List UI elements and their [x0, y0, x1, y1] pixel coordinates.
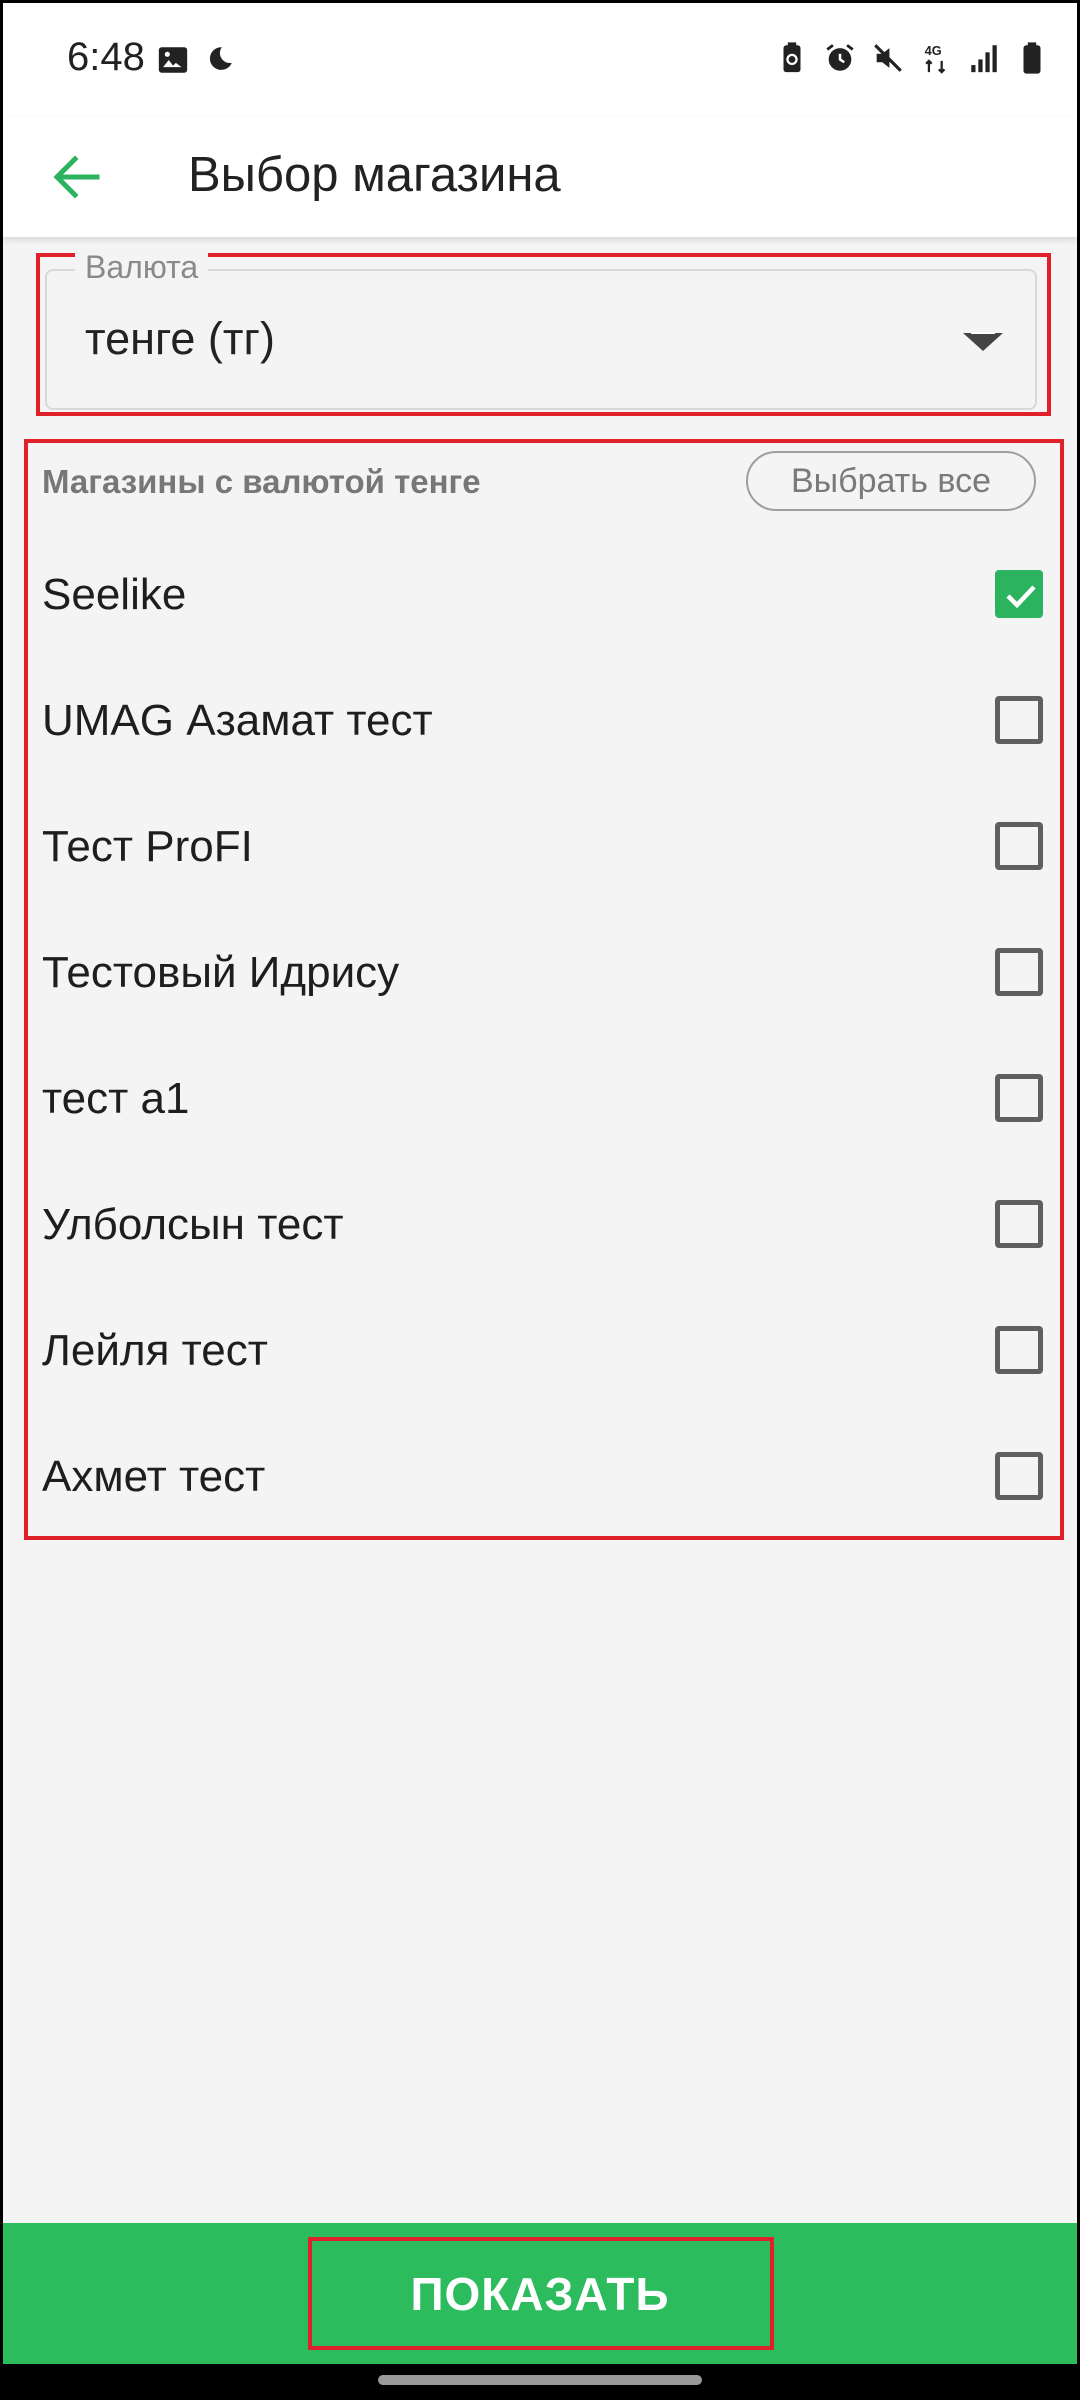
select-all-button[interactable]: Выбрать все	[746, 451, 1036, 511]
stores-header: Магазины с валютой тенге	[42, 463, 481, 500]
status-bar: 6:48 4G	[3, 3, 1077, 117]
mute-icon	[871, 41, 905, 75]
store-checkbox[interactable]	[995, 570, 1043, 618]
check-icon	[1006, 585, 1036, 609]
show-button-highlight	[308, 2237, 774, 2350]
store-checkbox[interactable]	[995, 948, 1043, 996]
store-name: Тестовый Идрису	[42, 948, 400, 997]
store-row[interactable]: Тест ProFI	[42, 792, 1043, 902]
store-name: Улболсын тест	[42, 1200, 344, 1249]
currency-label: Валюта	[75, 249, 209, 286]
image-icon	[156, 43, 190, 77]
store-checkbox[interactable]	[995, 696, 1043, 744]
store-name: Лейля тест	[42, 1326, 268, 1375]
alarm-icon	[823, 41, 857, 75]
page-title: Выбор магазина	[188, 148, 561, 202]
status-right-icons: 4G	[775, 41, 1049, 75]
status-left-icons	[156, 43, 236, 77]
battery-icon	[1015, 41, 1049, 75]
store-row[interactable]: Лейля тест	[42, 1296, 1043, 1406]
currency-value: тенге (тг)	[85, 313, 275, 364]
svg-text:4G: 4G	[925, 43, 942, 58]
signal-icon	[967, 41, 1001, 75]
store-name: Тест ProFI	[42, 822, 253, 871]
moon-icon	[202, 43, 236, 77]
store-name: тест а1	[42, 1074, 190, 1123]
screen: 6:48 4G Выбор магазина Валюта тенге (тг)…	[3, 3, 1077, 2364]
dropdown-arrow-icon	[963, 332, 1003, 351]
store-row[interactable]: Seelike	[42, 540, 1043, 650]
store-row[interactable]: Улболсын тест	[42, 1170, 1043, 1280]
status-time: 6:48	[67, 35, 145, 79]
arrow-left-icon	[53, 155, 100, 199]
store-checkbox[interactable]	[995, 1452, 1043, 1500]
store-name: Ахмет тест	[42, 1452, 266, 1501]
store-name: UMAG Азамат тест	[42, 696, 433, 745]
back-button[interactable]	[41, 141, 113, 213]
battery-saver-icon	[775, 41, 809, 75]
store-name: Seelike	[42, 570, 187, 619]
gesture-nav-handle[interactable]	[378, 2375, 702, 2385]
4g-icon: 4G	[919, 41, 953, 75]
store-checkbox[interactable]	[995, 1200, 1043, 1248]
store-checkbox[interactable]	[995, 1326, 1043, 1374]
store-checkbox[interactable]	[995, 822, 1043, 870]
store-row[interactable]: Ахмет тест	[42, 1422, 1043, 1532]
store-row[interactable]: Тестовый Идрису	[42, 918, 1043, 1028]
currency-select[interactable]: Валюта тенге (тг)	[45, 249, 1037, 410]
app-bar: Выбор магазина	[3, 117, 1077, 237]
store-row[interactable]: тест а1	[42, 1044, 1043, 1154]
store-row[interactable]: UMAG Азамат тест	[42, 666, 1043, 776]
store-checkbox[interactable]	[995, 1074, 1043, 1122]
